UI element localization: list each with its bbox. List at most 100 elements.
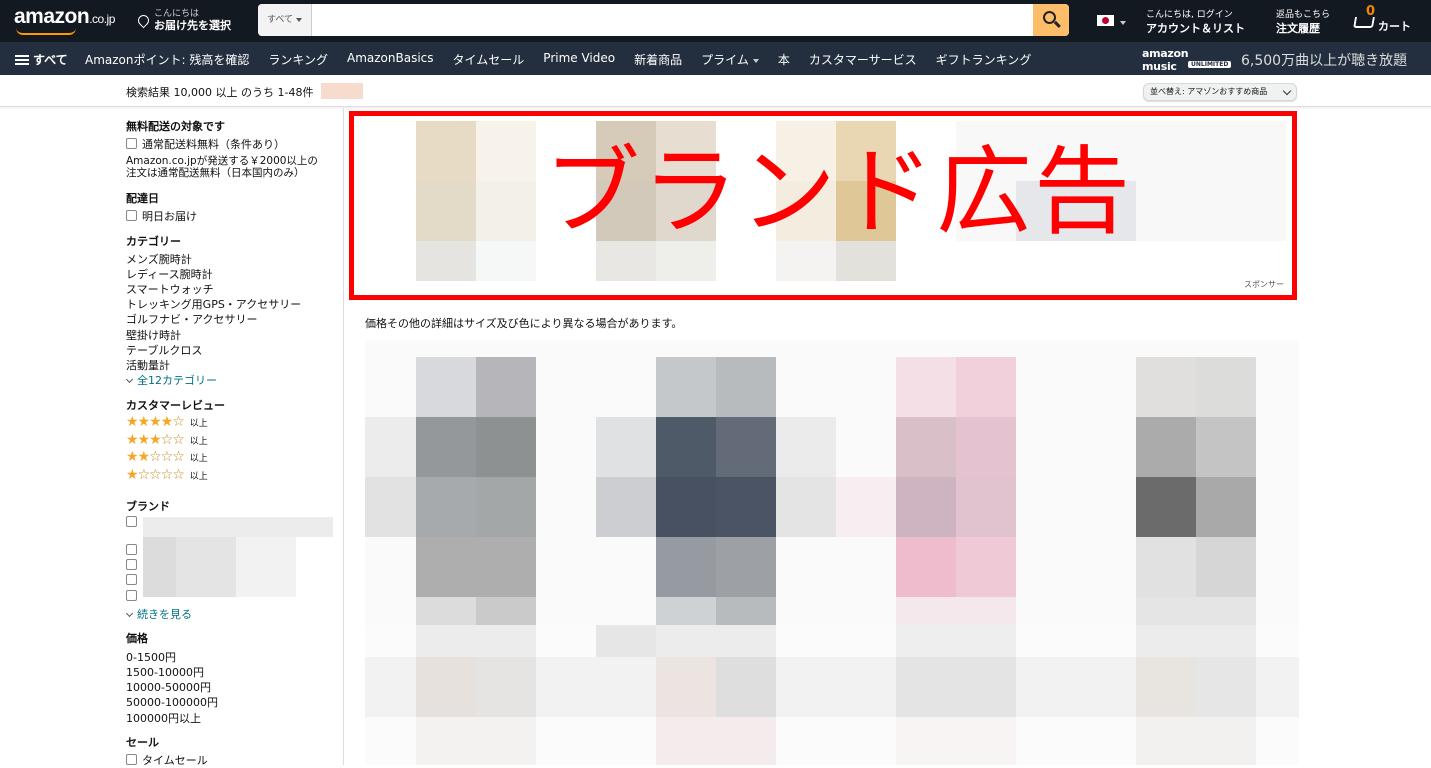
product-image-redacted[interactable] bbox=[656, 417, 716, 477]
timesale-filter[interactable]: タイムセール bbox=[126, 752, 208, 768]
nav-link-new-releases[interactable]: 新着商品 bbox=[634, 51, 682, 68]
checkbox[interactable] bbox=[126, 516, 137, 527]
nav-link-points[interactable]: Amazonポイント: 残高を確認 bbox=[85, 51, 249, 68]
product-image-redacted[interactable] bbox=[716, 417, 776, 477]
product-image-redacted[interactable] bbox=[416, 537, 536, 597]
all-menu-button[interactable]: すべて bbox=[15, 51, 68, 68]
sort-dropdown[interactable]: 並べ替え: アマゾンおすすめ商品 bbox=[1143, 83, 1297, 101]
product-image-redacted[interactable] bbox=[1196, 417, 1256, 477]
free-shipping-filter[interactable]: 通常配送料無料（条件あり） bbox=[126, 136, 285, 152]
nav-link-books[interactable]: 本 bbox=[778, 51, 790, 68]
product-image-redacted[interactable] bbox=[1136, 657, 1196, 717]
product-image-redacted[interactable] bbox=[716, 477, 776, 537]
product-image-redacted[interactable] bbox=[896, 477, 956, 537]
japan-flag-icon[interactable] bbox=[1097, 15, 1114, 26]
nav-link-amazonbasics[interactable]: AmazonBasics bbox=[347, 51, 434, 68]
product-image-redacted[interactable] bbox=[416, 657, 476, 717]
product-image-redacted[interactable] bbox=[416, 417, 476, 477]
brand-filter[interactable] bbox=[126, 574, 142, 587]
product-image-redacted[interactable] bbox=[1136, 417, 1196, 477]
product-image-redacted[interactable] bbox=[956, 537, 1016, 597]
chevron-down-icon bbox=[125, 609, 134, 618]
account-menu[interactable]: こんにちは, ログイン アカウント＆リスト bbox=[1146, 7, 1245, 36]
checkbox[interactable] bbox=[126, 138, 137, 149]
checkbox[interactable] bbox=[126, 754, 137, 765]
product-image-redacted[interactable] bbox=[716, 537, 776, 597]
category-link[interactable]: メンズ腕時計 bbox=[126, 251, 192, 267]
review-filter-2[interactable]: ★★☆☆☆ 以上 bbox=[126, 449, 208, 465]
product-image-redacted[interactable] bbox=[716, 357, 776, 417]
product-image-redacted bbox=[416, 597, 476, 625]
nav-link-customer-service[interactable]: カスタマーサービス bbox=[809, 51, 917, 68]
amazon-music-logo[interactable]: amazon music UNLIMITED bbox=[1142, 47, 1232, 73]
review-filter-4[interactable]: ★★★★☆ 以上 bbox=[126, 414, 208, 430]
nav-link-prime-video[interactable]: Prime Video bbox=[543, 51, 615, 68]
product-image-redacted[interactable] bbox=[656, 537, 716, 597]
product-image-redacted[interactable] bbox=[896, 357, 956, 417]
checkbox[interactable] bbox=[126, 574, 137, 585]
product-image-redacted[interactable] bbox=[1196, 537, 1256, 597]
product-image-redacted[interactable] bbox=[896, 657, 1016, 717]
search-category-dropdown[interactable]: すべて bbox=[258, 4, 312, 36]
product-image-redacted[interactable] bbox=[956, 357, 1016, 417]
nav-link-timesale[interactable]: タイムセール bbox=[453, 51, 525, 68]
product-image-redacted[interactable] bbox=[1136, 537, 1196, 597]
product-image-redacted[interactable] bbox=[476, 657, 536, 717]
brand-filter[interactable] bbox=[126, 544, 142, 557]
product-image-redacted[interactable] bbox=[476, 477, 536, 537]
price-range-link[interactable]: 100000円以上 bbox=[126, 710, 201, 726]
see-more-brands-link[interactable]: 続きを見る bbox=[125, 606, 192, 622]
category-link[interactable]: レディース腕時計 bbox=[126, 266, 213, 282]
search-button[interactable] bbox=[1033, 4, 1069, 36]
checkbox[interactable] bbox=[126, 559, 137, 570]
checkbox[interactable] bbox=[126, 544, 137, 555]
product-image-redacted[interactable] bbox=[656, 477, 716, 537]
product-image-redacted[interactable] bbox=[416, 477, 476, 537]
product-image-redacted[interactable] bbox=[896, 417, 956, 477]
music-promo-text[interactable]: 6,500万曲以上が聴き放題 bbox=[1241, 50, 1407, 70]
price-range-link[interactable]: 10000-50000円 bbox=[126, 679, 211, 695]
brand-ad-banner[interactable]: ブランド広告 スポンサー bbox=[349, 111, 1297, 300]
all-categories-link[interactable]: 全12カテゴリー bbox=[125, 372, 217, 388]
product-image-redacted[interactable] bbox=[1196, 357, 1256, 417]
product-image-redacted[interactable] bbox=[656, 357, 716, 417]
category-link[interactable]: トレッキング用GPS・アクセサリー bbox=[126, 296, 301, 312]
tomorrow-delivery-filter[interactable]: 明日お届け bbox=[126, 208, 197, 224]
product-image-redacted[interactable] bbox=[656, 657, 716, 717]
review-filter-1[interactable]: ★☆☆☆☆ 以上 bbox=[126, 467, 208, 483]
product-image-redacted[interactable] bbox=[1136, 477, 1196, 537]
product-image-redacted[interactable] bbox=[956, 477, 1016, 537]
product-image-redacted[interactable] bbox=[476, 417, 536, 477]
category-link[interactable]: ゴルフナビ・アクセサリー bbox=[126, 311, 257, 327]
category-link[interactable]: テーブルクロス bbox=[126, 342, 202, 358]
product-image-redacted[interactable] bbox=[476, 357, 536, 417]
price-range-link[interactable]: 1500-10000円 bbox=[126, 664, 204, 680]
brand-filter[interactable] bbox=[126, 516, 142, 529]
nav-link-ranking[interactable]: ランキング bbox=[268, 51, 328, 68]
price-range-link[interactable]: 0-1500円 bbox=[126, 649, 176, 665]
product-image-redacted[interactable] bbox=[1196, 477, 1256, 537]
category-link[interactable]: スマートウォッチ bbox=[126, 281, 214, 297]
product-image-redacted[interactable] bbox=[1196, 657, 1256, 717]
product-image-redacted[interactable] bbox=[1136, 357, 1196, 417]
product-image-redacted[interactable] bbox=[716, 657, 776, 717]
nav-link-gift-ranking[interactable]: ギフトランキング bbox=[936, 51, 1032, 68]
category-link[interactable]: 壁掛け時計 bbox=[126, 327, 181, 343]
price-range-link[interactable]: 50000-100000円 bbox=[126, 694, 218, 710]
product-image-redacted[interactable] bbox=[896, 537, 956, 597]
brand-filter[interactable] bbox=[126, 590, 142, 603]
search-input[interactable] bbox=[313, 4, 1033, 36]
cart-button[interactable]: 0 カート bbox=[1352, 4, 1422, 36]
category-link[interactable]: 活動量計 bbox=[126, 357, 170, 373]
checkbox[interactable] bbox=[126, 210, 137, 221]
orders-link[interactable]: 返品もこちら 注文履歴 bbox=[1276, 7, 1330, 36]
checkbox[interactable] bbox=[126, 590, 137, 601]
review-filter-3[interactable]: ★★★☆☆ 以上 bbox=[126, 432, 208, 448]
nav-link-prime[interactable]: プライム bbox=[701, 51, 759, 68]
amazon-logo[interactable]: amazon.co.jp bbox=[14, 5, 115, 29]
product-image-redacted[interactable] bbox=[956, 417, 1016, 477]
brand-filter[interactable] bbox=[126, 559, 142, 572]
timesale-label: タイムセール bbox=[142, 754, 208, 767]
product-image-redacted[interactable] bbox=[416, 357, 476, 417]
brand-name-redacted bbox=[176, 537, 236, 597]
